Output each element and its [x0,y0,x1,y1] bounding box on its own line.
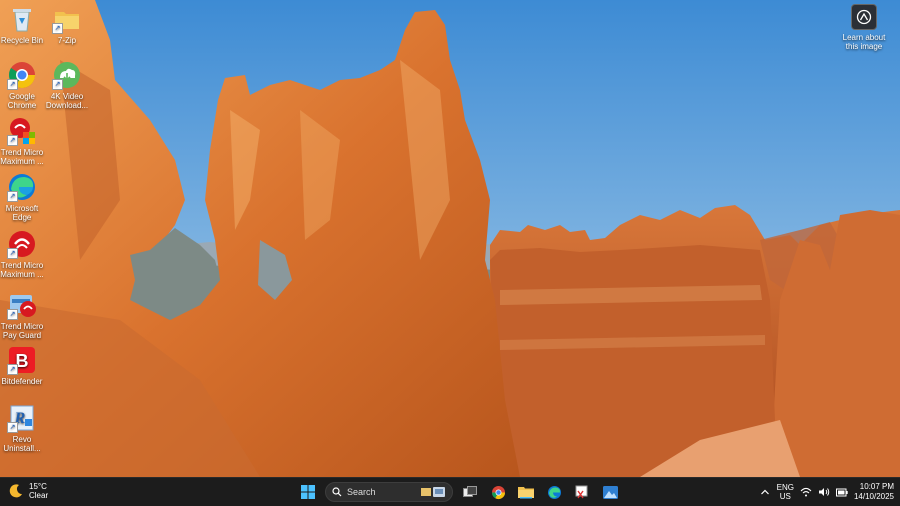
desktop-icon-label: 7-Zip [57,36,77,45]
shortcut-arrow-icon: ↗ [7,309,18,320]
search-box[interactable]: Search [325,482,453,502]
desktop-icon-recycle-bin[interactable]: Recycle Bin [0,4,47,45]
desktop-icon-trend-micro-maximum-1[interactable]: ↗ Trend Micro Maximum ... [0,116,47,166]
trend-micro-payguard-icon: ↗ [7,290,37,320]
camera-info-icon [851,4,877,30]
desktop-icon-label: Bitdefender [1,377,43,386]
search-highlight-icon [421,487,445,497]
learn-about-image-label: Learn about this image [842,33,886,51]
learn-about-image-button[interactable]: Learn about this image [834,4,894,51]
weather-temperature: 15°C [29,482,47,491]
recycle-bin-icon [7,4,37,34]
chevron-up-icon [760,489,769,494]
wifi-icon[interactable] [800,487,812,497]
desktop-icon-trend-micro-maximum-2[interactable]: ↗ Trend Micro Maximum ... [0,229,47,279]
desktop-icon-edge[interactable]: ↗ Microsoft Edge [0,172,47,222]
clock-date: 14/10/2025 [853,492,894,501]
desktop-icon-label: Trend Micro Pay Guard [0,322,44,340]
task-view-icon [463,486,477,497]
clock-time: 10:07 PM [859,482,894,491]
desktop-icon-label: Microsoft Edge [5,204,39,222]
bitdefender-icon: B ↗ [7,345,37,375]
desktop-wallpaper [0,0,900,477]
taskbar-snipping-tool[interactable] [571,481,593,503]
revo-uninstaller-icon: R ↗ [7,403,37,433]
edge-icon [547,485,561,499]
shortcut-arrow-icon: ↗ [7,135,18,146]
windows-logo-icon [301,485,315,499]
taskbar-chrome[interactable] [487,481,509,503]
shortcut-arrow-icon: ↗ [7,248,18,259]
desktop-icon-7zip[interactable]: ↗ 7-Zip [42,4,92,45]
clock[interactable]: 10:07 PM 14/10/2025 [854,482,894,502]
language-region: US [779,492,791,501]
search-icon [332,487,342,497]
taskbar: 15°C Clear Search ENG US 10:07 PM 14/10/… [0,477,900,506]
volume-icon[interactable] [818,487,830,497]
language-code: ENG [776,483,794,492]
desktop-icon-bitdefender[interactable]: B ↗ Bitdefender [0,345,47,386]
desktop-icon-chrome[interactable]: ↗ Google Chrome [0,60,47,110]
desktop-icon-4k-video-downloader[interactable]: ↗ 4K Video Download... [42,60,92,110]
desktop-icon-revo-uninstaller[interactable]: R ↗ Revo Uninstall... [0,403,47,453]
shortcut-arrow-icon: ↗ [7,191,18,202]
trend-micro-icon: ↗ [7,229,37,259]
desktop-icon-label: Revo Uninstall... [3,435,41,453]
desktop-icon-label: Recycle Bin [0,36,44,45]
taskbar-file-explorer[interactable] [515,481,537,503]
photos-icon [602,485,618,499]
shortcut-arrow-icon: ↗ [52,79,63,90]
desktop-icon-label: Trend Micro Maximum ... [0,148,44,166]
trend-micro-icon: ↗ [7,116,37,146]
shortcut-arrow-icon: ↗ [7,79,18,90]
language-indicator[interactable]: ENG US [777,483,794,501]
taskbar-edge[interactable] [543,481,565,503]
weather-widget[interactable]: 15°C Clear [8,482,48,500]
shortcut-arrow-icon: ↗ [7,422,18,433]
show-hidden-icons-button[interactable] [759,487,771,498]
folder-icon [518,487,534,499]
shortcut-arrow-icon: ↗ [7,364,18,375]
chrome-icon [491,485,505,499]
taskbar-photos[interactable] [599,481,621,503]
desktop-icon-label: Google Chrome [7,92,37,110]
search-placeholder: Search [347,487,376,497]
shortcut-arrow-icon: ↗ [52,23,63,34]
weather-condition: Clear [29,491,49,500]
snipping-tool-icon [575,485,587,498]
battery-icon[interactable] [835,488,848,497]
chrome-icon: ↗ [7,60,37,90]
4k-video-downloader-icon: ↗ [52,60,82,90]
task-view-button[interactable] [459,481,481,503]
desktop-icon-trend-micro-pay-guard[interactable]: ↗ Trend Micro Pay Guard [0,290,47,340]
moon-icon [9,484,22,498]
desktop-icon-label: 4K Video Download... [45,92,89,110]
start-button[interactable] [297,481,319,503]
desktop-icon-label: Trend Micro Maximum ... [0,261,44,279]
folder-icon: ↗ [52,4,82,34]
edge-icon: ↗ [7,172,37,202]
